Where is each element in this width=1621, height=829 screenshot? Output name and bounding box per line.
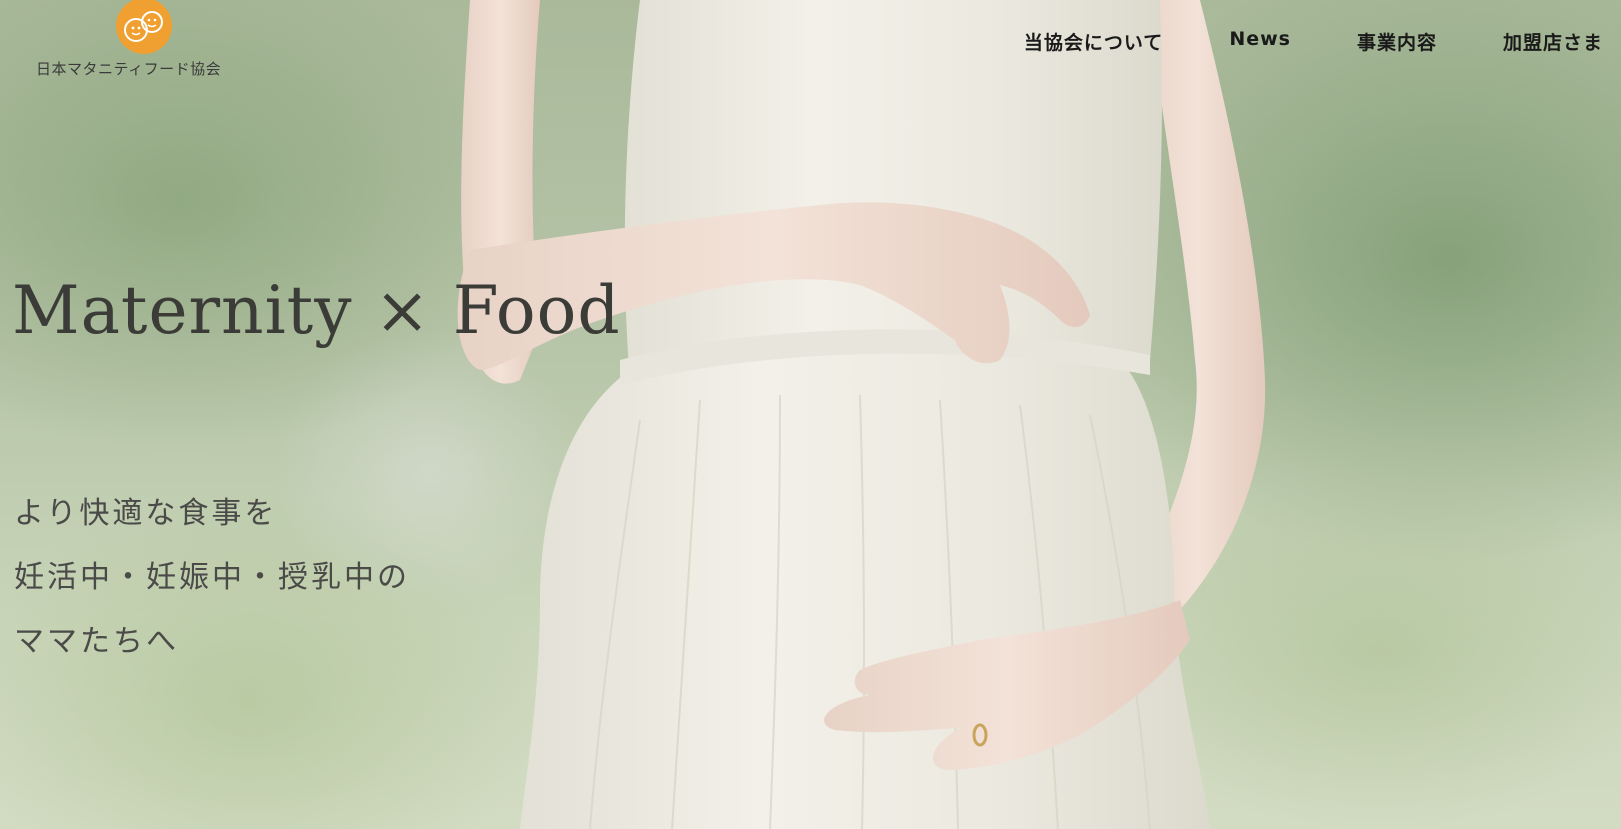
main-nav: 当協会について News 事業内容 加盟店さま (958, 28, 1603, 55)
smiling-faces-logo-icon (116, 0, 172, 54)
tagline-line: ママたちへ (14, 624, 179, 659)
hero-image (457, 0, 1266, 829)
nav-item-news[interactable]: News (1229, 28, 1291, 55)
nav-item-member-stores[interactable]: 加盟店さま (1503, 28, 1603, 55)
nav-item-services[interactable]: 事業内容 (1357, 28, 1437, 55)
site-logo[interactable]: 日本マタニティフード協会 (36, 0, 256, 90)
hero-headline: Maternity × Food (12, 272, 621, 349)
hero-tagline: より快適な食事を 妊活中・妊娠中・授乳中の ママたちへ (14, 488, 410, 680)
tagline-line: より快適な食事を (14, 496, 278, 531)
org-name: 日本マタニティフード協会 (36, 60, 222, 78)
nav-item-about[interactable]: 当協会について (1024, 28, 1163, 55)
tagline-line: 妊活中・妊娠中・授乳中の (14, 560, 410, 595)
hero-section: 日本マタニティフード協会 当協会について News 事業内容 加盟店さま Mat… (0, 0, 1621, 829)
